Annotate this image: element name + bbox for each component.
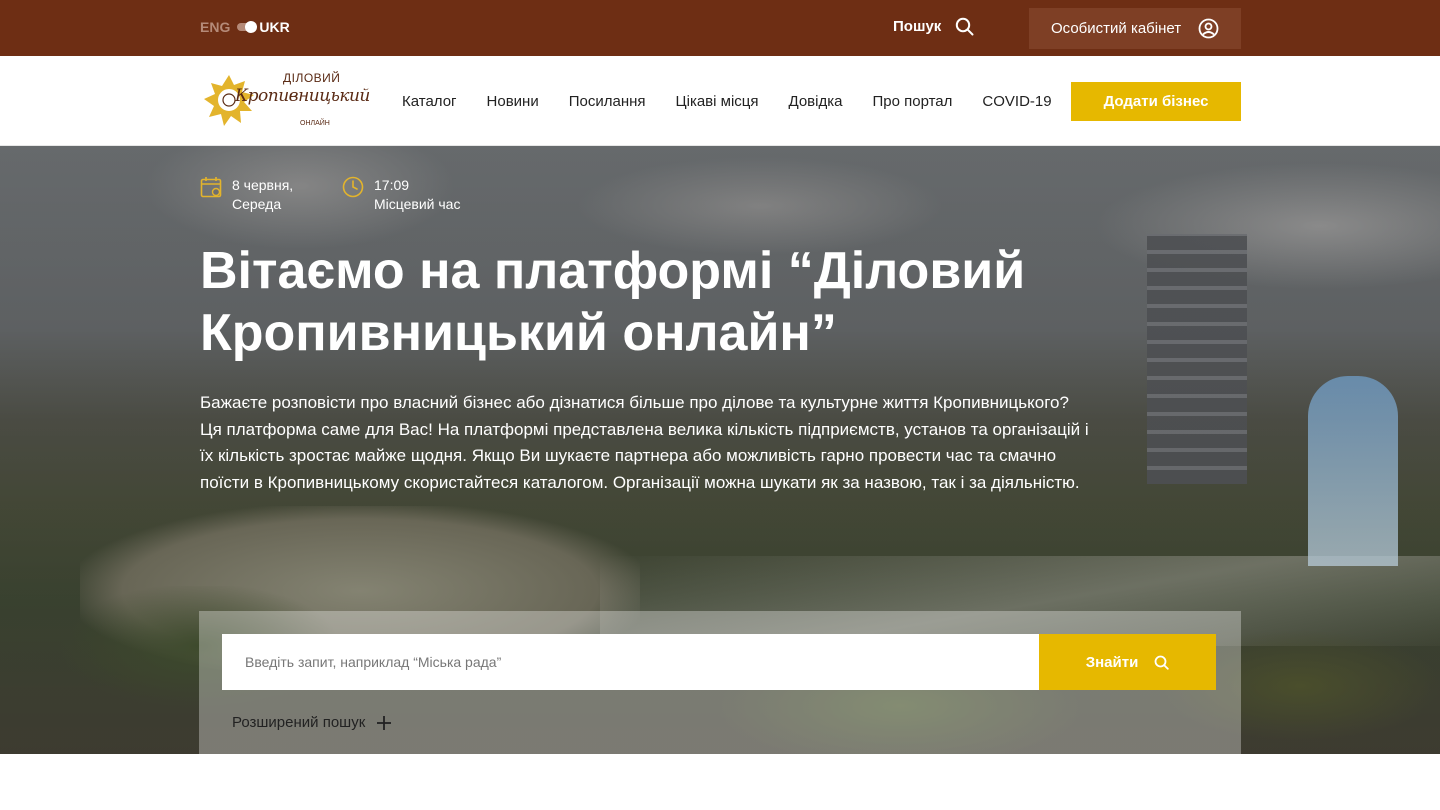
- hero-intro-text: Бажаєте розповісти про власний бізнес аб…: [200, 393, 1089, 492]
- hero-bg-building: [1147, 234, 1247, 484]
- nav-item-places[interactable]: Цікаві місця: [676, 93, 759, 110]
- main-nav: Каталог Новини Посилання Цікаві місця До…: [402, 56, 1082, 146]
- personal-cabinet-label: Особистий кабінет: [1051, 20, 1182, 37]
- calendar-icon: [200, 177, 222, 198]
- hero-bg-church: [1308, 376, 1398, 566]
- top-search-button[interactable]: Пошук: [893, 17, 974, 36]
- add-business-button[interactable]: Додати бізнес: [1071, 82, 1241, 121]
- nav-item-covid[interactable]: COVID-19: [982, 93, 1051, 110]
- hero-time-line1: 17:09: [374, 177, 410, 193]
- hero-section: 8 червня, Середа 17:09 Місцевий час Віта…: [0, 146, 1440, 754]
- lang-toggle[interactable]: [237, 21, 258, 33]
- site-logo[interactable]: ДІЛОВИЙ Кропивницький ОНЛАЙН: [200, 71, 370, 131]
- search-icon: [956, 17, 974, 36]
- top-search-label: Пошук: [893, 18, 942, 35]
- logo-line3: ОНЛАЙН: [300, 120, 330, 127]
- hero-title: Вітаємо на платформі “Діловий Кропивниць…: [200, 242, 1026, 362]
- logo-line2: Кропивницький: [235, 86, 370, 106]
- nav-item-help[interactable]: Довідка: [789, 93, 843, 110]
- hero-time: 17:09 Місцевий час: [342, 176, 460, 214]
- user-icon: [1198, 18, 1219, 39]
- advanced-search-toggle[interactable]: Розширений пошук: [232, 714, 392, 731]
- language-switcher[interactable]: ENG UKR: [200, 19, 290, 35]
- hero-date-line2: Середа: [232, 196, 282, 212]
- nav-item-news[interactable]: Новини: [487, 93, 539, 110]
- search-panel: Знайти Розширений пошук: [199, 611, 1241, 754]
- clock-icon: [342, 176, 364, 198]
- top-bar: ENG UKR Пошук Особистий кабінет: [0, 0, 1440, 56]
- nav-item-catalog[interactable]: Каталог: [402, 93, 457, 110]
- search-submit-label: Знайти: [1085, 653, 1139, 671]
- hero-time-text: 17:09 Місцевий час: [374, 176, 460, 214]
- hero-time-line2: Місцевий час: [374, 196, 461, 212]
- hero-date-line1: 8 червня,: [232, 177, 294, 193]
- logo-line1: ДІЛОВИЙ: [283, 71, 341, 85]
- nav-item-about[interactable]: Про портал: [872, 93, 952, 110]
- search-icon: [1154, 655, 1169, 670]
- personal-cabinet-button[interactable]: Особистий кабінет: [1029, 8, 1241, 49]
- search-input[interactable]: [222, 634, 1039, 690]
- main-header: ДІЛОВИЙ Кропивницький ОНЛАЙН Каталог Нов…: [0, 56, 1440, 146]
- search-submit-button[interactable]: Знайти: [1039, 634, 1216, 690]
- nav-item-links[interactable]: Посилання: [569, 93, 646, 110]
- lang-ukr[interactable]: UKR: [259, 19, 289, 35]
- hero-date-text: 8 червня, Середа: [232, 176, 293, 214]
- hero-date: 8 червня, Середа: [200, 176, 293, 214]
- plus-icon: [377, 715, 392, 730]
- advanced-search-label: Розширений пошук: [232, 714, 366, 731]
- lang-eng[interactable]: ENG: [200, 19, 230, 35]
- lang-toggle-knob: [245, 21, 258, 33]
